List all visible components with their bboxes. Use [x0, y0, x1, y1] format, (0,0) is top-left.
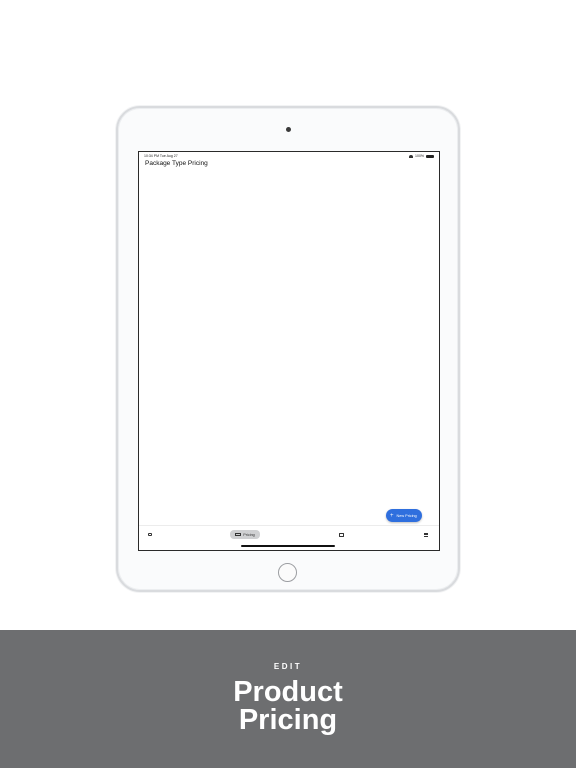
wifi-icon — [409, 154, 414, 158]
battery-icon — [426, 154, 434, 158]
plus-icon: + — [390, 512, 394, 519]
package-icon — [148, 532, 152, 537]
app-screen: 10:34 PM Tue Aug 27 100% Package Type Pr… — [138, 151, 440, 551]
tab-menu[interactable] — [421, 530, 431, 539]
status-time-date: 10:34 PM Tue Aug 27 — [144, 154, 178, 158]
banner-eyebrow: EDIT — [273, 662, 303, 671]
status-indicators: 100% — [409, 152, 434, 160]
promo-banner: EDIT Product Pricing — [0, 630, 576, 768]
ipad-frame: 10:34 PM Tue Aug 27 100% Package Type Pr… — [116, 106, 460, 592]
new-pricing-button[interactable]: + New Pricing — [386, 509, 422, 522]
home-indicator — [241, 545, 335, 547]
status-bar: 10:34 PM Tue Aug 27 100% — [139, 152, 439, 160]
banner-heading: Product Pricing — [0, 676, 576, 736]
device-stage: 10:34 PM Tue Aug 27 100% Package Type Pr… — [0, 0, 576, 630]
tab-pricing[interactable]: Pricing — [230, 530, 260, 539]
battery-percent: 100% — [415, 154, 424, 158]
tab-pricing-label: Pricing — [243, 532, 255, 537]
menu-icon — [424, 532, 428, 537]
store-icon — [338, 532, 344, 537]
pricing-icon — [235, 532, 242, 537]
tab-store[interactable] — [336, 530, 346, 539]
tab-packages[interactable] — [145, 530, 155, 539]
new-pricing-label: New Pricing — [396, 513, 417, 518]
camera-icon — [286, 127, 291, 132]
page-title: Package Type Pricing — [145, 160, 208, 167]
home-button[interactable] — [278, 563, 297, 582]
banner-heading-line2: Pricing — [238, 704, 338, 736]
banner-heading-line1: Product — [233, 676, 343, 708]
tab-bar: Pricing — [139, 525, 439, 544]
